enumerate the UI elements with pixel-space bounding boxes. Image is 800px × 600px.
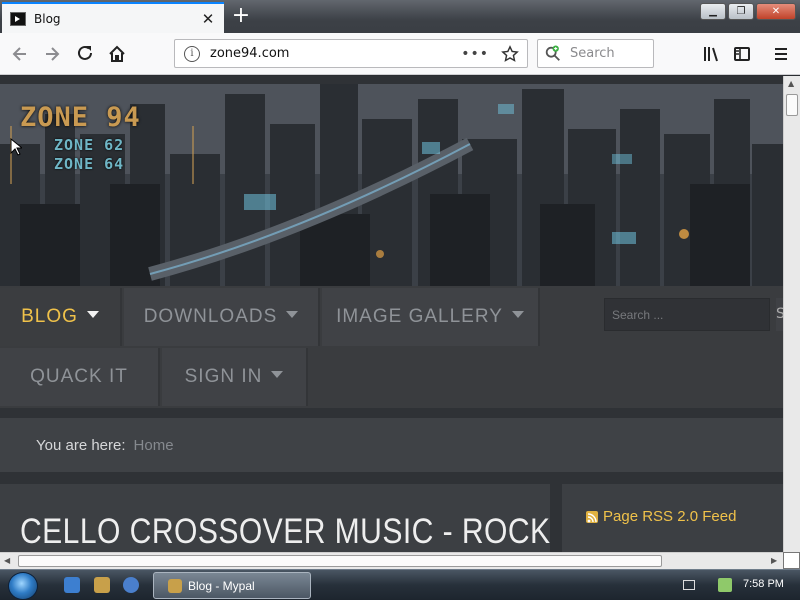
media-player-icon[interactable] [123,577,139,593]
tab-blog[interactable]: Blog ✕ [2,2,224,33]
search-placeholder: Search [570,46,615,61]
chevron-down-icon [86,310,99,318]
bookmark-star-icon[interactable] [501,44,519,63]
site-info-icon[interactable]: i [184,45,200,62]
system-clock[interactable]: 7:58 PM [743,578,784,590]
menu-icon[interactable] [768,41,794,67]
page-viewport: ZONE 94 ZONE 62 ZONE 64 BLOG DOWNLOADS I… [0,76,783,552]
network-tray-icon[interactable] [718,578,732,592]
site-search-button[interactable]: S [776,298,783,331]
home-icon[interactable] [104,41,130,67]
menu-label: SIGN IN [184,366,263,387]
menu-label: BLOG [21,306,78,327]
tab-title: Blog [34,11,61,26]
rss-icon [586,510,598,523]
url-bar[interactable]: i zone94.com ••• [174,39,528,68]
chevron-down-icon [271,370,284,378]
vertical-scroll-thumb[interactable] [786,94,798,116]
search-engine-icon[interactable] [544,44,562,63]
scroll-up-icon[interactable]: ▲ [788,79,794,88]
nav-toolbar: i zone94.com ••• Search [0,33,800,75]
back-icon[interactable] [7,41,33,67]
taskbar: Blog - Mypal 7:58 PM [0,569,800,600]
tab-strip: Blog ✕ + ▁ ❐ ✕ [0,0,800,33]
mypal-icon [168,578,182,593]
horizontal-scrollbar[interactable]: ◀ ▶ [0,552,783,569]
menu-label: IMAGE GALLERY [336,306,503,327]
logo-subtitle-1: ZONE 62 [54,136,125,154]
menu-item-blog[interactable]: BLOG [0,288,122,346]
breadcrumb-label: You are here: [36,436,126,454]
library-icon[interactable] [698,41,724,67]
main-menu: BLOG DOWNLOADS IMAGE GALLERY QUACK IT SI… [0,286,783,408]
taskbar-item-label: Blog - Mypal [188,578,255,593]
minimize-button[interactable]: ▁ [700,3,726,20]
article-panel: CELLO CROSSOVER MUSIC - ROCK [0,484,550,552]
taskbar-item-mypal[interactable]: Blog - Mypal [153,572,311,599]
breadcrumb-home-link[interactable]: Home [134,437,174,454]
chevron-down-icon [286,310,299,318]
logo-subtitle-2: ZONE 64 [54,155,125,173]
menu-item-sign-in[interactable]: SIGN IN [162,348,308,406]
new-tab-icon[interactable]: + [228,3,254,29]
horizontal-scroll-thumb[interactable] [18,555,662,567]
search-bar[interactable]: Search [537,39,654,68]
close-window-button[interactable]: ✕ [756,3,796,20]
menu-item-downloads[interactable]: DOWNLOADS [124,288,320,346]
page-actions-icon[interactable]: ••• [461,46,489,62]
sidebar-toggle-icon[interactable] [729,41,755,67]
scroll-corner [783,552,800,569]
scroll-right-icon[interactable]: ▶ [771,556,777,565]
rss-feed-label: Page RSS 2.0 Feed [603,508,737,525]
explorer-icon[interactable] [94,577,110,593]
menu-item-quack-it[interactable]: QUACK IT [0,348,160,406]
site-search-input[interactable]: Search ... [604,298,770,331]
rss-feed-link[interactable]: Page RSS 2.0 Feed [586,508,736,525]
header-banner: ZONE 94 ZONE 62 ZONE 64 [0,84,783,286]
start-button[interactable] [8,572,38,600]
window-controls: ▁ ❐ ✕ [700,3,796,20]
restore-button[interactable]: ❐ [728,3,754,20]
scroll-left-icon[interactable]: ◀ [4,556,10,565]
article-title[interactable]: CELLO CROSSOVER MUSIC - ROCK [20,512,551,552]
reload-icon[interactable] [72,41,98,67]
sidebar-panel: Page RSS 2.0 Feed [562,484,783,552]
favicon-icon [10,11,26,26]
menu-item-image-gallery[interactable]: IMAGE GALLERY [322,288,540,346]
keyboard-tray-icon[interactable] [683,580,695,590]
ie-icon[interactable] [64,577,80,593]
url-text[interactable]: zone94.com [210,46,461,61]
menu-label: QUACK IT [30,366,128,387]
chevron-down-icon [511,310,524,318]
breadcrumb: You are here: Home [0,418,783,472]
vertical-scrollbar[interactable]: ▲ [783,76,800,552]
forward-icon[interactable] [39,41,65,67]
site-logo[interactable]: ZONE 94 [20,102,141,133]
menu-label: DOWNLOADS [143,306,278,327]
tab-close-icon[interactable]: ✕ [198,10,218,28]
mouse-cursor-icon [10,137,24,160]
